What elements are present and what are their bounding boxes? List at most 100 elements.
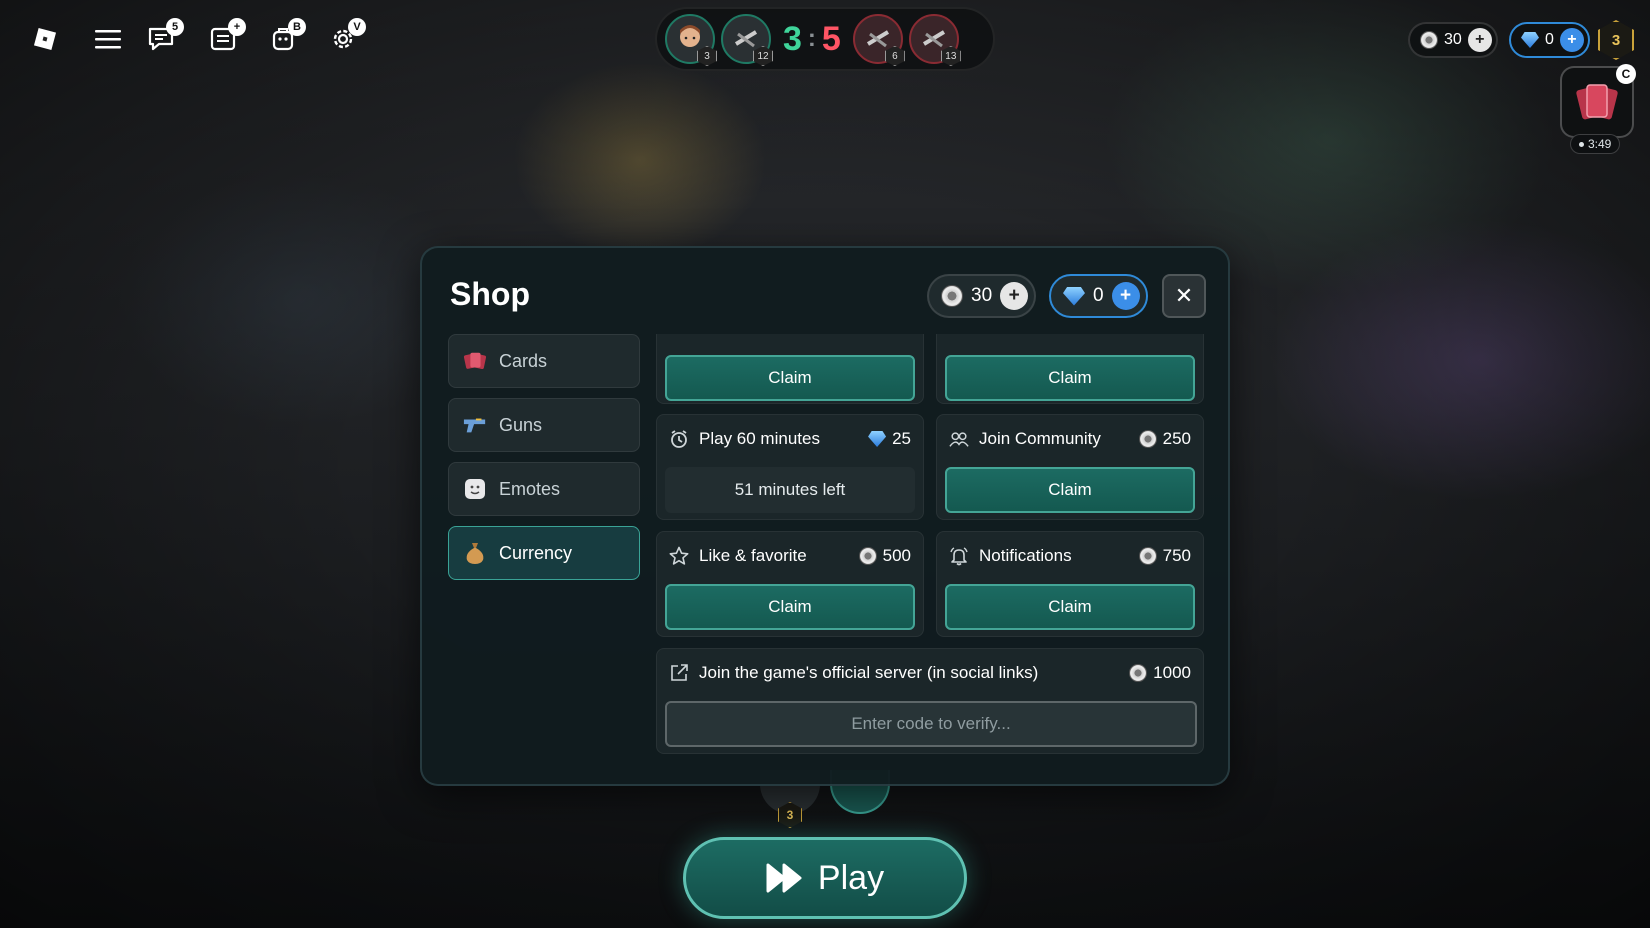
leaderboard-badge: + <box>228 18 246 36</box>
coin-icon <box>858 547 877 565</box>
roblox-logo-icon <box>33 27 57 51</box>
task-title: Join the game's official server (in soci… <box>699 663 1039 682</box>
menu-button[interactable] <box>92 24 124 54</box>
sidebar-item-cards[interactable]: Cards <box>448 334 640 388</box>
player-avatar-green-2[interactable]: 12 <box>721 14 773 66</box>
shop-sidebar: Cards Guns Emotes Currency <box>448 334 640 590</box>
star-icon <box>669 546 689 566</box>
task-reward: 500 <box>858 546 911 566</box>
gun-icon <box>463 413 487 437</box>
player-avatar-red-1[interactable]: 6 <box>852 14 905 66</box>
task-card-notifications: Notifications 750 Claim <box>936 531 1204 637</box>
reward-amount: 500 <box>882 546 911 565</box>
sidebar-item-label: Guns <box>499 414 543 435</box>
player-level-badge: 3 <box>1598 20 1634 60</box>
shop-gem-pill: 0 + <box>1049 274 1148 318</box>
coin-balance-pill: 30 + <box>1408 22 1498 58</box>
chat-badge: 5 <box>166 18 184 36</box>
sidebar-item-guns[interactable]: Guns <box>448 398 640 452</box>
cards-icon <box>1576 84 1618 120</box>
external-link-icon <box>669 663 689 683</box>
settings-button[interactable]: V <box>326 18 366 56</box>
claim-button[interactable]: Claim <box>665 355 915 401</box>
gem-icon <box>1063 286 1085 306</box>
task-card: Claim <box>936 334 1204 404</box>
coin-icon <box>1420 31 1438 49</box>
sidebar-item-emotes[interactable]: Emotes <box>448 462 640 516</box>
gem-icon <box>868 431 887 447</box>
reward-amount: 750 <box>1162 546 1191 565</box>
task-header: Notifications 750 <box>949 546 1191 566</box>
reward-amount: 250 <box>1162 429 1191 448</box>
add-gems-button[interactable]: + <box>1559 28 1584 52</box>
emote-icon <box>463 477 487 501</box>
task-title: Play 60 minutes <box>699 429 820 448</box>
task-card-like-favorite: Like & favorite 500 Claim <box>656 531 924 637</box>
scoreboard: 3 12 3 : 5 6 13 <box>655 7 995 71</box>
gem-icon <box>1521 32 1539 48</box>
backpack-badge: B <box>288 18 306 36</box>
cards-icon <box>463 349 487 373</box>
card-pack-button[interactable]: C <box>1560 64 1636 138</box>
task-header: Like & favorite 500 <box>669 546 911 566</box>
community-icon <box>949 429 969 449</box>
sidebar-item-currency[interactable]: Currency <box>448 526 640 580</box>
backpack-button[interactable]: B <box>266 18 306 56</box>
task-card-join-server: Join the game's official server (in soci… <box>656 648 1204 754</box>
claim-button[interactable]: Claim <box>945 355 1195 401</box>
verification-code-input[interactable] <box>665 701 1197 747</box>
currency-task-list[interactable]: Claim Claim Play 60 minutes 25 51 minute… <box>656 334 1208 784</box>
timer-dot <box>1579 141 1584 147</box>
claim-button[interactable]: Claim <box>945 584 1195 630</box>
player-avatar-red-2[interactable]: 13 <box>908 14 961 66</box>
task-header: Join the game's official server (in soci… <box>669 663 1191 683</box>
task-title: Join Community <box>979 429 1101 448</box>
claim-button[interactable]: Claim <box>665 584 915 630</box>
task-card-join-community: Join Community 250 Claim <box>936 414 1204 520</box>
play-button[interactable]: Play <box>683 837 967 919</box>
coin-icon <box>941 285 963 307</box>
coin-balance: 30 <box>1444 31 1462 48</box>
score-separator: : <box>807 25 816 52</box>
shop-modal: Shop 30 + 0 + ✕ Cards Guns Emotes Curren… <box>420 246 1230 786</box>
reward-amount: 25 <box>892 429 911 448</box>
money-bag-icon <box>463 541 487 565</box>
coin-icon <box>1138 547 1157 565</box>
task-progress-status: 51 minutes left <box>665 467 915 513</box>
task-title: Like & favorite <box>699 546 807 565</box>
roblox-logo-button[interactable] <box>30 24 60 54</box>
task-card-play-60: Play 60 minutes 25 51 minutes left <box>656 414 924 520</box>
coin-icon <box>1129 664 1148 682</box>
shop-add-gems-button[interactable]: + <box>1111 282 1140 310</box>
timer-text: 3:49 <box>1588 137 1612 151</box>
card-pack-timer: 3:49 <box>1570 134 1621 154</box>
sidebar-item-label: Currency <box>499 542 573 563</box>
shop-coin-balance: 30 <box>971 285 993 306</box>
sidebar-item-label: Emotes <box>499 478 561 499</box>
task-reward: 1000 <box>1129 663 1191 683</box>
sidebar-item-label: Cards <box>499 350 548 371</box>
task-card: Claim <box>656 334 924 404</box>
task-reward: 25 <box>868 429 911 449</box>
task-title: Notifications <box>979 546 1072 565</box>
shop-add-coins-button[interactable]: + <box>1000 282 1029 310</box>
add-coins-button[interactable]: + <box>1467 28 1492 52</box>
hamburger-icon <box>95 30 121 49</box>
bell-icon <box>949 546 969 566</box>
card-pack-badge: C <box>1616 64 1636 84</box>
alarm-clock-icon <box>669 429 689 449</box>
task-reward: 750 <box>1138 546 1191 566</box>
gem-balance: 0 <box>1545 31 1554 48</box>
close-button[interactable]: ✕ <box>1162 274 1206 318</box>
fast-forward-icon <box>766 863 802 893</box>
chat-button[interactable]: 5 <box>144 18 184 56</box>
task-reward: 250 <box>1138 429 1191 449</box>
leaderboard-button[interactable]: + <box>206 18 246 56</box>
red-team-score: 5 <box>821 19 841 58</box>
task-header: Play 60 minutes 25 <box>669 429 911 449</box>
claim-button[interactable]: Claim <box>945 467 1195 513</box>
settings-badge: V <box>348 18 366 36</box>
shop-title: Shop <box>450 276 530 312</box>
player-avatar-green-1[interactable]: 3 <box>665 14 717 66</box>
task-header: Join Community 250 <box>949 429 1191 449</box>
